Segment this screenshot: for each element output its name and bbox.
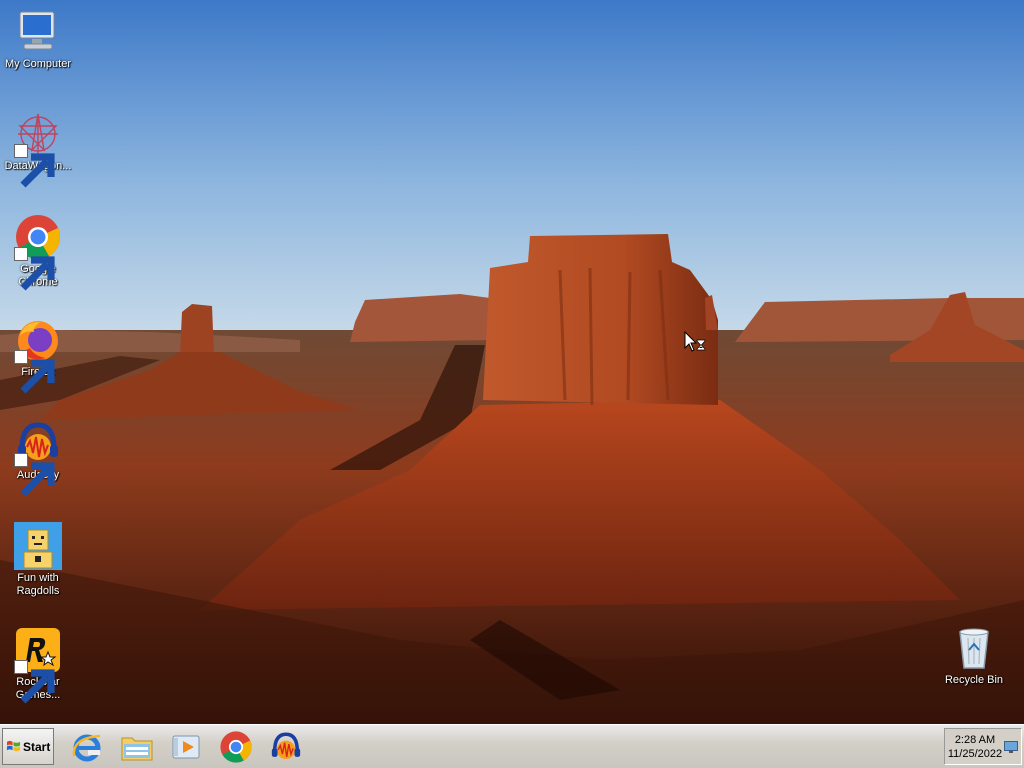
windows-logo-icon (6, 740, 21, 752)
quick-launch-media-player[interactable] (169, 730, 203, 764)
quick-launch-audacity[interactable] (269, 730, 303, 764)
shortcut-arrow-icon (14, 660, 55, 704)
start-label: Start (23, 739, 51, 754)
computer-icon (19, 11, 55, 50)
recycle-bin-icon (959, 628, 989, 669)
internet-explorer-icon (72, 734, 101, 762)
taskbar: Start 2:28 AM 11/25/2022 (0, 724, 1024, 768)
start-button[interactable]: Start (2, 728, 54, 765)
desktop-icon-rockstar-games[interactable]: Rockstar Games... (0, 626, 76, 704)
audacity-icon (271, 732, 301, 760)
windows-explorer-icon (121, 737, 153, 761)
shortcut-arrow-icon (14, 247, 55, 291)
desktop-icon-label: Fun with Ragdolls (16, 572, 60, 597)
desktop-icon-recycle-bin[interactable]: Recycle Bin (936, 624, 1012, 687)
busy-cursor-icon (684, 331, 706, 352)
ragdolls-icon (14, 522, 62, 570)
desktop-icon-my-computer[interactable]: My Computer (0, 8, 76, 71)
desktop-icon-datawagon[interactable]: DataWagon... (0, 110, 76, 188)
chrome-icon (220, 731, 252, 763)
shortcut-arrow-icon (14, 144, 55, 188)
media-player-icon (172, 735, 200, 759)
desktop-icon-label: Recycle Bin (944, 674, 1004, 686)
quick-launch-internet-explorer[interactable] (70, 730, 104, 764)
shortcut-arrow-icon (14, 453, 55, 497)
desktop[interactable]: My Computer DataWagon... Google Chrome F… (0, 0, 1024, 724)
desktop-icon-audacity[interactable]: Audacity (0, 419, 76, 497)
network-icon[interactable] (1004, 741, 1018, 753)
quick-launch-windows-explorer[interactable] (120, 730, 154, 764)
system-tray: 2:28 AM 11/25/2022 (944, 728, 1022, 765)
shortcut-arrow-icon (14, 350, 55, 394)
desktop-icon-fun-with-ragdolls[interactable]: Fun with Ragdolls (0, 522, 76, 598)
quick-launch-chrome[interactable] (219, 730, 253, 764)
clock-time: 2:28 AM (954, 734, 996, 746)
desktop-icon-label: My Computer (4, 58, 72, 70)
desktop-wallpaper (0, 0, 1024, 724)
desktop-icon-firefox[interactable]: Firefox (0, 316, 76, 394)
desktop-icon-google-chrome[interactable]: Google Chrome (0, 213, 76, 291)
clock-date: 11/25/2022 (947, 748, 1003, 760)
tray-clock[interactable]: 2:28 AM 11/25/2022 (945, 733, 1005, 761)
